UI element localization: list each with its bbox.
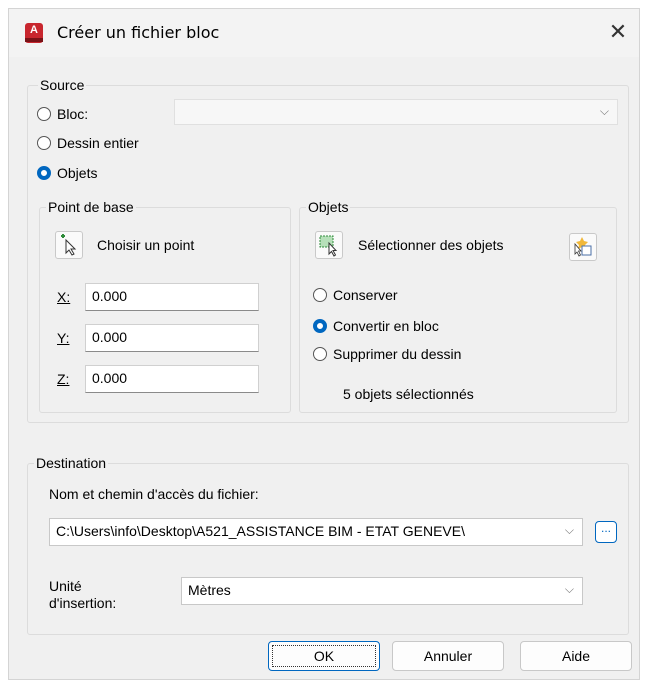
x-label: X: [57,289,71,305]
chevron-down-icon[interactable]: ⌵ [565,582,574,597]
pick-point-label: Choisir un point [97,237,195,253]
quick-select-button[interactable] [569,233,597,261]
whole-drawing-label: Dessin entier [57,135,139,151]
file-path-value: C:\Users\info\Desktop\A521_ASSISTANCE BI… [56,523,465,539]
select-objects-icon [319,235,338,257]
bloc-radio-circle[interactable] [37,107,51,121]
close-button[interactable]: ✕ [605,19,631,45]
chevron-down-icon[interactable]: ⌵ [565,523,574,538]
bloc-radio[interactable]: Bloc: [37,106,88,122]
ok-button[interactable]: OK [268,641,380,671]
objects-radio-label: Objets [57,165,98,181]
destination-legend: Destination [34,455,109,471]
convert-radio[interactable]: Convertir en bloc [313,318,439,334]
convert-radio-label: Convertir en bloc [333,318,439,334]
help-button-label: Aide [561,648,591,664]
insert-unit-combo[interactable]: Mètres ⌵ [181,577,583,605]
convert-radio-circle[interactable] [313,319,327,333]
y-label: Y: [57,330,70,346]
objects-radio[interactable]: Objets [37,165,97,181]
file-path-label: Nom et chemin d'accès du fichier: [49,486,259,502]
objects-legend: Objets [306,199,351,215]
base-point-legend: Point de base [46,199,136,215]
quick-select-icon [574,237,592,257]
x-input[interactable]: 0.000 [85,283,259,311]
bloc-radio-label: Bloc: [57,106,89,122]
y-input[interactable]: 0.000 [85,324,259,352]
dialog-title: Créer un fichier bloc [57,23,220,42]
select-objects-button[interactable] [315,231,343,259]
cancel-button[interactable]: Annuler [392,641,504,671]
source-legend: Source [38,77,87,93]
whole-drawing-radio[interactable]: Dessin entier [37,135,139,151]
z-input[interactable]: 0.000 [85,365,259,393]
pick-point-button[interactable] [55,231,83,259]
ok-focus-ring [272,645,376,667]
insert-unit-label-line2: d'insertion: [49,595,117,611]
file-path-combo[interactable]: C:\Users\info\Desktop\A521_ASSISTANCE BI… [49,518,583,546]
create-block-file-dialog: A Créer un fichier bloc ✕ Source Bloc: ⌵… [8,8,640,680]
whole-drawing-radio-circle[interactable] [37,136,51,150]
keep-radio[interactable]: Conserver [313,287,398,303]
title-bar: A Créer un fichier bloc ✕ [9,9,639,57]
autocad-app-icon: A [25,23,43,43]
keep-radio-circle[interactable] [313,288,327,302]
help-button[interactable]: Aide [520,641,632,671]
pick-point-icon [61,234,77,256]
z-label: Z: [57,371,70,387]
cancel-button-label: Annuler [423,648,473,664]
insert-unit-value: Mètres [188,582,231,598]
keep-radio-label: Conserver [333,287,398,303]
delete-radio-circle[interactable] [313,347,327,361]
objects-radio-circle[interactable] [37,166,51,180]
insert-unit-label-line1: Unité [49,578,82,594]
bloc-combo: ⌵ [174,99,618,125]
selection-status: 5 objets sélectionnés [343,386,474,402]
select-objects-label: Sélectionner des objets [358,237,504,253]
delete-radio-label: Supprimer du dessin [333,346,462,362]
delete-radio[interactable]: Supprimer du dessin [313,346,461,362]
chevron-down-icon: ⌵ [599,104,609,118]
browse-button[interactable]: ... [595,521,617,543]
